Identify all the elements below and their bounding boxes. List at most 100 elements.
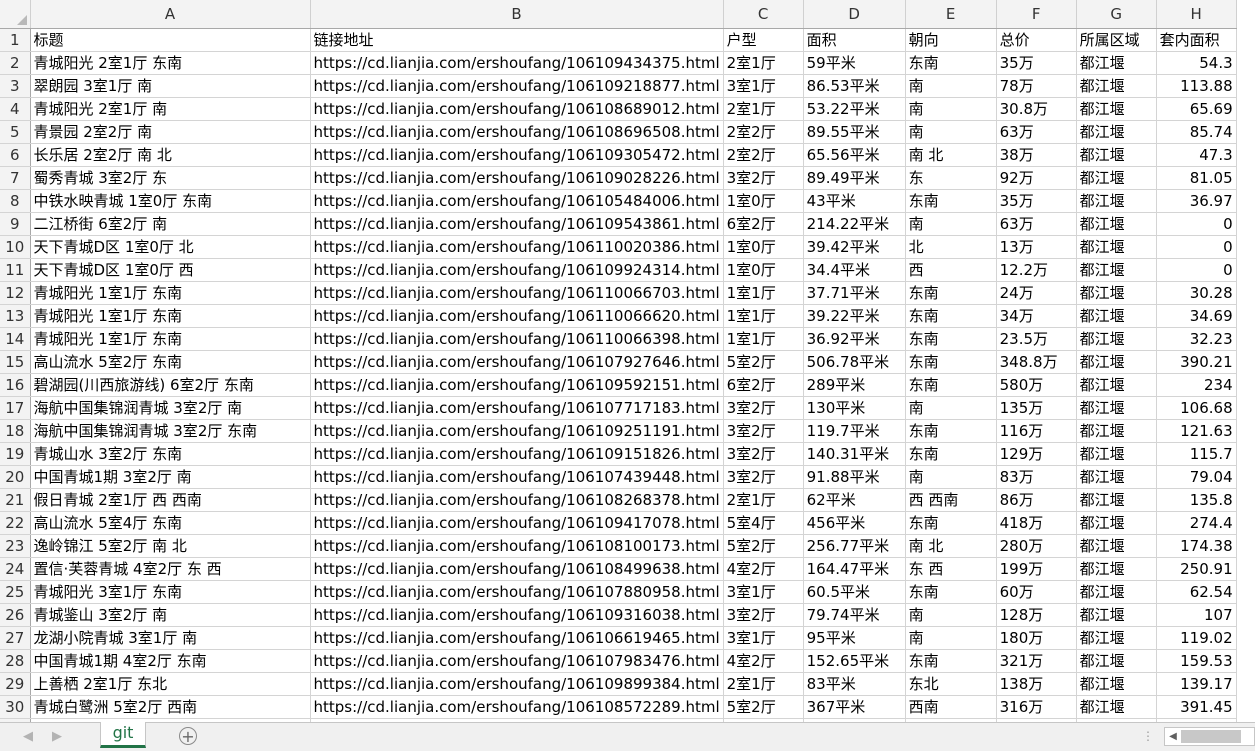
row-header[interactable]: 26 [0, 603, 31, 627]
table-cell[interactable]: 南 [905, 120, 997, 144]
table-cell[interactable]: https://cd.lianjia.com/ershoufang/106108… [310, 97, 724, 121]
table-cell[interactable]: 116万 [996, 419, 1077, 443]
table-cell[interactable]: 上善栖 2室1厅 东北 [30, 672, 311, 696]
table-cell[interactable]: 65.56平米 [803, 143, 906, 167]
table-cell[interactable]: 东南 [905, 442, 997, 466]
table-cell[interactable]: 81.05 [1156, 166, 1237, 190]
table-cell[interactable]: 东南 [905, 373, 997, 397]
table-cell[interactable]: https://cd.lianjia.com/ershoufang/106108… [310, 488, 724, 512]
column-header[interactable]: C [723, 0, 804, 29]
table-cell[interactable]: 总价 [996, 28, 1077, 52]
table-cell[interactable]: 都江堰 [1076, 97, 1157, 121]
table-cell[interactable]: 106.68 [1156, 396, 1237, 420]
table-cell[interactable]: https://cd.lianjia.com/ershoufang/106109… [310, 166, 724, 190]
table-cell[interactable]: 碧湖园(川西旅游线) 6室2厅 东南 [30, 373, 311, 397]
table-cell[interactable]: https://cd.lianjia.com/ershoufang/106107… [310, 350, 724, 374]
table-cell[interactable]: 东南 [905, 189, 997, 213]
table-cell[interactable]: 东南 [905, 327, 997, 351]
table-cell[interactable]: 都江堰 [1076, 465, 1157, 489]
scroll-left-icon[interactable]: ◀ [1167, 728, 1179, 745]
table-cell[interactable]: 都江堰 [1076, 166, 1157, 190]
table-cell[interactable]: 都江堰 [1076, 281, 1157, 305]
table-cell[interactable]: 青城鉴山 3室2厅 南 [30, 603, 311, 627]
table-cell[interactable]: 86万 [996, 488, 1077, 512]
table-cell[interactable]: 都江堰 [1076, 396, 1157, 420]
table-cell[interactable]: 30.28 [1156, 281, 1237, 305]
table-cell[interactable]: 119.02 [1156, 626, 1237, 650]
column-header[interactable]: A [30, 0, 311, 29]
table-cell[interactable]: 都江堰 [1076, 419, 1157, 443]
table-cell[interactable]: 东南 [905, 580, 997, 604]
table-cell[interactable]: 250.91 [1156, 557, 1237, 581]
table-cell[interactable]: 长乐居 2室2厅 南 北 [30, 143, 311, 167]
table-cell[interactable]: https://cd.lianjia.com/ershoufang/106107… [310, 465, 724, 489]
select-all-corner[interactable] [0, 0, 31, 29]
table-cell[interactable]: 都江堰 [1076, 258, 1157, 282]
table-cell[interactable]: 都江堰 [1076, 189, 1157, 213]
table-cell[interactable]: 都江堰 [1076, 51, 1157, 75]
table-cell[interactable]: 南 [905, 603, 997, 627]
row-header[interactable]: 9 [0, 212, 31, 236]
table-cell[interactable]: 都江堰 [1076, 488, 1157, 512]
table-cell[interactable]: 高山流水 5室4厅 东南 [30, 511, 311, 535]
table-cell[interactable]: 3室2厅 [723, 396, 804, 420]
table-cell[interactable]: 青城阳光 1室1厅 东南 [30, 304, 311, 328]
table-cell[interactable]: 60.5平米 [803, 580, 906, 604]
table-cell[interactable]: 6室2厅 [723, 212, 804, 236]
table-cell[interactable]: 西 [905, 258, 997, 282]
table-cell[interactable]: 都江堰 [1076, 511, 1157, 535]
table-cell[interactable]: 78万 [996, 74, 1077, 98]
table-cell[interactable]: 置信·芙蓉青城 4室2厅 东 西 [30, 557, 311, 581]
column-header[interactable]: B [310, 0, 724, 29]
table-cell[interactable]: 24万 [996, 281, 1077, 305]
table-cell[interactable]: 南 [905, 626, 997, 650]
table-cell[interactable]: 6室2厅 [723, 373, 804, 397]
table-cell[interactable]: 391.45 [1156, 695, 1237, 719]
table-cell[interactable]: 234 [1156, 373, 1237, 397]
table-cell[interactable]: 3室1厅 [723, 626, 804, 650]
table-cell[interactable]: 都江堰 [1076, 534, 1157, 558]
table-cell[interactable]: 东南 [905, 51, 997, 75]
next-sheet-icon[interactable]: ▶ [52, 729, 62, 744]
table-cell[interactable]: 2室2厅 [723, 120, 804, 144]
table-cell[interactable]: 39.42平米 [803, 235, 906, 259]
row-header[interactable]: 7 [0, 166, 31, 190]
table-cell[interactable]: https://cd.lianjia.com/ershoufang/106105… [310, 189, 724, 213]
table-cell[interactable]: 青城阳光 2室1厅 南 [30, 97, 311, 121]
table-cell[interactable]: 都江堰 [1076, 120, 1157, 144]
row-header[interactable]: 3 [0, 74, 31, 98]
sheet-tab-git[interactable]: git [100, 722, 146, 748]
table-cell[interactable]: 中国青城1期 3室2厅 南 [30, 465, 311, 489]
table-cell[interactable]: 129万 [996, 442, 1077, 466]
table-cell[interactable]: https://cd.lianjia.com/ershoufang/106106… [310, 626, 724, 650]
row-header[interactable]: 15 [0, 350, 31, 374]
table-cell[interactable]: 南 [905, 97, 997, 121]
row-header[interactable]: 29 [0, 672, 31, 696]
table-cell[interactable]: 都江堰 [1076, 672, 1157, 696]
table-cell[interactable]: 59平米 [803, 51, 906, 75]
row-header[interactable]: 13 [0, 304, 31, 328]
table-cell[interactable]: https://cd.lianjia.com/ershoufang/106107… [310, 396, 724, 420]
table-cell[interactable]: 2室1厅 [723, 51, 804, 75]
table-cell[interactable]: 都江堰 [1076, 235, 1157, 259]
row-header[interactable]: 12 [0, 281, 31, 305]
table-cell[interactable]: 95平米 [803, 626, 906, 650]
row-header[interactable]: 24 [0, 557, 31, 581]
table-cell[interactable]: 都江堰 [1076, 649, 1157, 673]
table-cell[interactable]: 青城阳光 3室1厅 东南 [30, 580, 311, 604]
table-cell[interactable]: 89.49平米 [803, 166, 906, 190]
row-header[interactable]: 14 [0, 327, 31, 351]
column-header[interactable]: F [996, 0, 1077, 29]
row-header[interactable]: 10 [0, 235, 31, 259]
table-cell[interactable]: 62.54 [1156, 580, 1237, 604]
table-cell[interactable]: https://cd.lianjia.com/ershoufang/106109… [310, 442, 724, 466]
table-cell[interactable]: 东南 [905, 281, 997, 305]
table-cell[interactable]: https://cd.lianjia.com/ershoufang/106108… [310, 695, 724, 719]
table-cell[interactable]: 316万 [996, 695, 1077, 719]
row-header[interactable]: 21 [0, 488, 31, 512]
table-cell[interactable]: 青景园 2室2厅 南 [30, 120, 311, 144]
table-cell[interactable]: 60万 [996, 580, 1077, 604]
table-cell[interactable]: https://cd.lianjia.com/ershoufang/106108… [310, 557, 724, 581]
table-cell[interactable]: 91.88平米 [803, 465, 906, 489]
scrollbar-thumb[interactable] [1181, 730, 1241, 743]
